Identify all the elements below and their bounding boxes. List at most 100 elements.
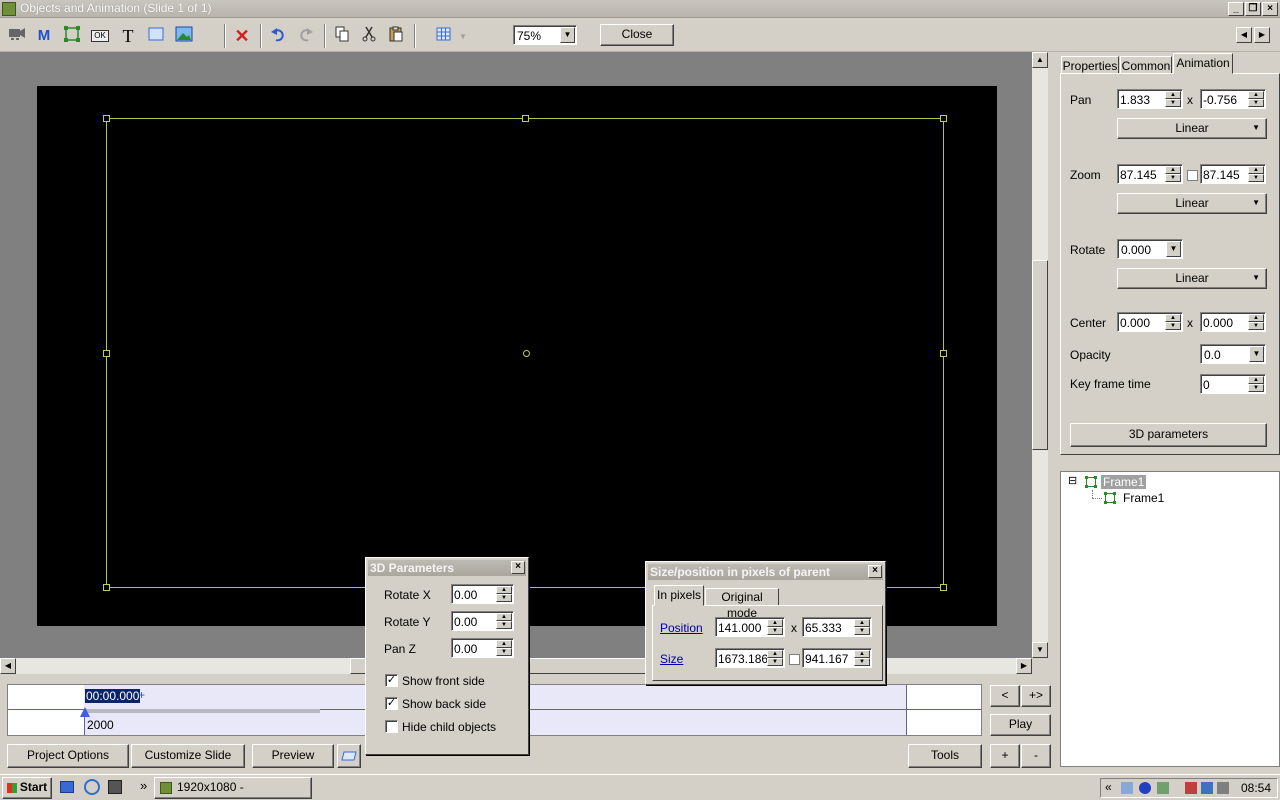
scroll-right-button[interactable]: ▶	[1254, 27, 1270, 43]
hide-child-checkbox[interactable]	[385, 720, 398, 733]
tab-original-mode[interactable]: Original mode	[705, 588, 779, 620]
show-back-checkbox[interactable]: ✓	[385, 697, 398, 710]
resize-handle[interactable]	[522, 115, 529, 122]
spin-down-icon[interactable]: ▼	[1165, 99, 1181, 107]
tab-properties[interactable]: Properties	[1061, 56, 1119, 74]
spin-up-icon[interactable]: ▲	[1165, 314, 1181, 322]
spin-down-icon[interactable]: ▼	[1248, 384, 1264, 392]
spin-up-icon[interactable]: ▲	[496, 613, 512, 621]
spin-down-icon[interactable]: ▼	[767, 627, 783, 635]
rotate-x-input[interactable]: 0.00 ▲ ▼	[451, 584, 514, 604]
spin-buttons[interactable]: ▲ ▼	[1165, 314, 1181, 330]
remove-button[interactable]: -	[1021, 744, 1051, 768]
tab-in-pixels[interactable]: In pixels	[654, 585, 704, 606]
camera-icon[interactable]	[7, 26, 27, 46]
resize-handle[interactable]	[940, 115, 947, 122]
network-icon[interactable]	[1201, 782, 1213, 794]
paste-icon[interactable]	[386, 26, 406, 46]
zoom-select[interactable]: 75% ▼	[513, 25, 577, 45]
tree-item-child[interactable]: Frame1	[1123, 491, 1164, 505]
timeline-current-time[interactable]: 00:00.000	[85, 689, 141, 703]
tray-icon[interactable]	[1121, 782, 1133, 794]
next-button[interactable]: +>	[1021, 685, 1051, 707]
frame-icon[interactable]	[62, 26, 82, 46]
resize-handle[interactable]	[940, 350, 947, 357]
delete-icon[interactable]: ✕	[232, 26, 252, 46]
project-options-button[interactable]: Project Options	[7, 744, 129, 768]
pan-z-input[interactable]: 0.00 ▲ ▼	[451, 638, 514, 658]
tree-item-root[interactable]: Frame1	[1101, 475, 1147, 489]
spin-down-icon[interactable]: ▼	[1248, 174, 1264, 182]
spin-buttons[interactable]: ▲ ▼	[496, 613, 512, 629]
resize-handle[interactable]	[103, 584, 110, 591]
zoom-x-input[interactable]: 87.145 ▲ ▼	[1117, 164, 1183, 184]
size-link[interactable]: Size	[660, 652, 683, 666]
close-button[interactable]: Close	[600, 24, 674, 46]
text-t-icon[interactable]: T	[118, 26, 138, 46]
pan-interpolation-select[interactable]: Linear ▼	[1117, 118, 1267, 139]
pan-y-input[interactable]: -0.756 ▲ ▼	[1200, 89, 1266, 109]
spin-down-icon[interactable]: ▼	[854, 658, 870, 666]
position-y-input[interactable]: 65.333 ▲ ▼	[802, 617, 872, 637]
start-button[interactable]: Start	[2, 777, 52, 799]
browser-icon[interactable]	[84, 779, 100, 795]
spin-up-icon[interactable]: ▲	[1248, 91, 1264, 99]
rotate-y-input[interactable]: 0.00 ▲ ▼	[451, 611, 514, 631]
spin-up-icon[interactable]: ▲	[854, 650, 870, 658]
spin-buttons[interactable]: ▲ ▼	[1165, 91, 1181, 107]
quicklaunch-chevron[interactable]: »	[140, 778, 147, 793]
show-front-checkbox[interactable]: ✓	[385, 674, 398, 687]
vertical-scrollbar[interactable]: ▲ ▼	[1032, 52, 1048, 658]
spin-up-icon[interactable]: ▲	[1248, 314, 1264, 322]
add-button[interactable]: +	[990, 744, 1020, 768]
scroll-down-button[interactable]: ▼	[1032, 642, 1048, 658]
spin-down-icon[interactable]: ▼	[1248, 99, 1264, 107]
rectangle-icon[interactable]	[146, 26, 166, 46]
minimize-button[interactable]: _	[1228, 2, 1244, 16]
spin-up-icon[interactable]: ▲	[854, 619, 870, 627]
spin-up-icon[interactable]: ▲	[767, 650, 783, 658]
opacity-select[interactable]: 0.0 ▼	[1200, 344, 1266, 364]
spin-down-icon[interactable]: ▼	[496, 648, 512, 656]
rotate-interpolation-select[interactable]: Linear ▼	[1117, 268, 1267, 289]
scroll-up-button[interactable]: ▲	[1032, 52, 1048, 68]
zoom-interpolation-select[interactable]: Linear ▼	[1117, 193, 1267, 214]
spin-buttons[interactable]: ▲ ▼	[767, 619, 783, 635]
tab-common[interactable]: Common	[1120, 56, 1172, 74]
spin-down-icon[interactable]: ▼	[1165, 174, 1181, 182]
tray-icon[interactable]	[1157, 782, 1169, 794]
spin-buttons[interactable]: ▲ ▼	[1248, 376, 1264, 392]
tools-button[interactable]: Tools	[908, 744, 982, 768]
rotate-input[interactable]: 0.000 ▼	[1117, 239, 1183, 259]
3d-parameters-button[interactable]: 3D parameters	[1070, 423, 1267, 447]
spin-buttons[interactable]: ▲ ▼	[1248, 314, 1264, 330]
spin-up-icon[interactable]: ▲	[1165, 166, 1181, 174]
redo-icon[interactable]	[296, 26, 316, 46]
center-x-input[interactable]: 0.000 ▲ ▼	[1117, 312, 1183, 332]
close-window-button[interactable]: ×	[1262, 2, 1278, 16]
volume-icon[interactable]	[1217, 782, 1229, 794]
show-desktop-icon[interactable]	[60, 781, 74, 793]
spin-up-icon[interactable]: ▲	[496, 586, 512, 594]
spin-buttons[interactable]: ▲ ▼	[1248, 166, 1264, 182]
dialog-title[interactable]: 3D Parameters ×	[368, 560, 526, 576]
maximize-button[interactable]: ❐	[1245, 2, 1261, 16]
scroll-right-button[interactable]: ▶	[1016, 658, 1032, 674]
spin-up-icon[interactable]: ▲	[1248, 166, 1264, 174]
size-width-input[interactable]: 1673.186 ▲ ▼	[715, 648, 785, 668]
spin-buttons[interactable]: ▲ ▼	[496, 640, 512, 656]
preview-button[interactable]: Preview	[252, 744, 334, 768]
spin-up-icon[interactable]: ▲	[496, 640, 512, 648]
resize-handle[interactable]	[103, 115, 110, 122]
spin-up-icon[interactable]: ▲	[767, 619, 783, 627]
spin-up-icon[interactable]: ▲	[1248, 376, 1264, 384]
position-link[interactable]: Position	[660, 621, 703, 635]
play-button[interactable]: Play	[990, 714, 1051, 736]
spin-down-icon[interactable]: ▼	[496, 621, 512, 629]
spin-buttons[interactable]: ▲ ▼	[854, 619, 870, 635]
tree-collapse-icon[interactable]: ⊟	[1068, 476, 1077, 487]
keyframe-time-input[interactable]: 0 ▲ ▼	[1200, 374, 1266, 394]
scroll-left-button[interactable]: ◀	[1236, 27, 1252, 43]
size-height-input[interactable]: 941.167 ▲ ▼	[802, 648, 872, 668]
copy-icon[interactable]	[332, 26, 352, 46]
